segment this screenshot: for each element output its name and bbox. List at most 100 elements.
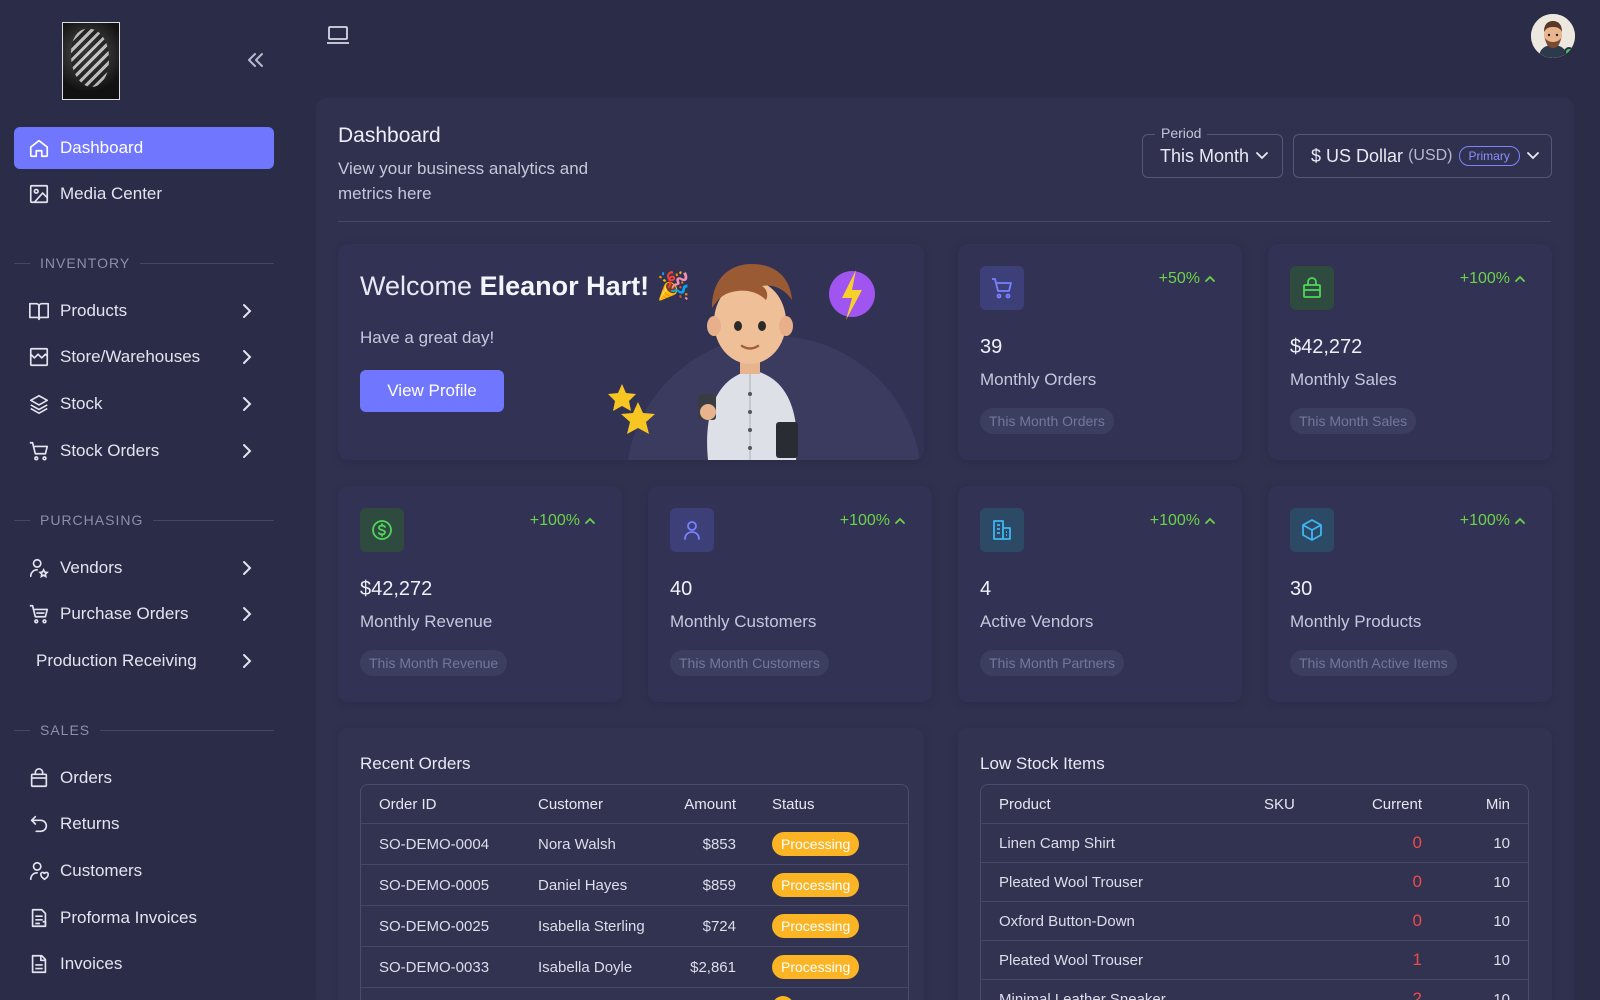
double-chevron-left-icon [248,53,263,67]
online-status-dot [1564,47,1574,57]
stat-label: Monthly Sales [1290,370,1397,389]
table-row[interactable]: SO-DEMO-0033 Isabella Doyle $2,861 Proce… [361,947,908,988]
nav-purchase-orders[interactable]: Purchase Orders [14,593,274,635]
nav-customers[interactable]: Customers [14,850,274,892]
nav-dashboard[interactable]: Dashboard [14,127,274,169]
recent-orders-title: Recent Orders [360,754,471,773]
table-row[interactable]: Oxford Button-Down 0 10 [981,902,1528,941]
nav-label: Vendors [60,558,123,577]
status-badge: Processing [772,873,860,897]
stat-chip: This Month Active Items [1290,650,1457,676]
invoice-icon [28,907,50,929]
chevron-right-icon [243,607,252,621]
chevron-up-icon [1205,275,1215,282]
nav-products[interactable]: Products [14,290,274,332]
nav-production-receiving[interactable]: Production Receiving [14,640,274,682]
image-icon [28,183,50,205]
order-id: SO-DEMO-0004 [379,835,490,853]
table-row[interactable]: Pleated Wool Trouser 0 10 [981,863,1528,902]
laptop-icon[interactable] [326,24,350,46]
nav-stock[interactable]: Stock [14,383,274,425]
table-row[interactable]: SO-DEMO-0005 Daniel Hayes $859 Processin… [361,865,908,906]
nav-label: Invoices [60,954,123,973]
welcome-card: Welcome Eleanor Hart! 🎉 Have a great day… [338,244,924,460]
stat-change: +100% [1460,512,1526,530]
column-header: Current [1371,795,1422,813]
stat-label: Monthly Products [1290,612,1422,631]
stat-card-monthly-orders: +50% 39 Monthly Orders This Month Orders [958,244,1242,460]
table-row[interactable]: SO-DEMO-0004 Nora Walsh $853 Processing [361,824,908,865]
home-icon [28,137,50,159]
welcome-subtitle: Have a great day! [360,328,495,347]
stat-value: 40 [670,578,693,600]
currency-symbol: $ [1311,145,1322,166]
order-customer: Isabella Doyle [538,958,633,976]
current-stock: 2 [1412,989,1422,1000]
undo-icon [28,813,50,835]
product-name: Oxford Button-Down [999,912,1135,930]
stat-value: 39 [980,336,1003,358]
chevron-right-icon [243,397,252,411]
column-header: SKU [1264,795,1295,813]
table-row[interactable]: SO-DEMO-0025 Isabella Sterling $724 Proc… [361,906,908,947]
chevron-right-icon [243,350,252,364]
stat-card-monthly-revenue: +100% $42,272 Monthly Revenue This Month… [338,486,622,702]
nav-returns[interactable]: Returns [14,803,274,845]
low-stock-table: Product SKU Current Min Linen Camp Shirt… [980,784,1529,1000]
stat-value: 4 [980,578,992,600]
collapse-sidebar-button[interactable] [244,48,272,76]
stat-chip: This Month Orders [980,408,1114,434]
product-name: Minimal Leather Sneaker [999,990,1166,1000]
nav-orders[interactable]: Orders [14,757,274,799]
chevron-up-icon [1205,517,1215,524]
dollar-icon [360,508,404,552]
order-amount: $853 [702,835,736,853]
stat-label: Active Vendors [980,612,1094,631]
period-select[interactable]: Period This Month [1142,125,1283,178]
view-profile-button[interactable]: View Profile [360,370,504,412]
table-row[interactable]: Linen Camp Shirt 0 10 [981,824,1528,863]
nav-label: Dashboard [60,138,144,157]
column-header: Status [772,795,815,813]
stat-change: +100% [1150,512,1216,530]
stat-chip: This Month Revenue [360,650,508,676]
cart-icon [28,440,50,462]
nav-label: Orders [60,768,112,787]
stat-value: $42,272 [360,578,433,600]
user-avatar[interactable] [1531,14,1575,58]
currency-select[interactable]: $ US Dollar (USD) Primary [1293,134,1552,178]
current-stock: 0 [1412,872,1422,891]
order-amount: $724 [702,917,736,935]
nav-label: Products [60,301,128,320]
building-icon [980,508,1024,552]
order-amount: $859 [702,876,736,894]
stat-card-monthly-products: +100% 30 Monthly Products This Month Act… [1268,486,1552,702]
table-row[interactable] [361,988,908,1000]
company-logo[interactable] [62,22,120,100]
chevron-down-icon [1256,152,1268,160]
status-badge: Processing [772,832,860,856]
stat-value: $42,272 [1290,336,1363,358]
chevron-up-icon [895,517,905,524]
stat-change: +100% [1460,270,1526,288]
order-amount: $2,861 [690,958,736,976]
nav-label: Proforma Invoices [60,908,197,927]
nav-invoices[interactable]: Invoices [14,943,274,985]
user-icon [670,508,714,552]
table-header: Order ID Customer Amount Status [361,785,908,824]
shopping-bag-icon [28,767,50,789]
nav-media-center[interactable]: Media Center [14,173,274,215]
period-label: Period [1155,125,1208,141]
nav-store-warehouses[interactable]: Store/Warehouses [14,336,274,378]
nav-stock-orders[interactable]: Stock Orders [14,430,274,472]
table-row[interactable]: Pleated Wool Trouser 1 10 [981,941,1528,980]
nav-label: Store/Warehouses [60,347,201,366]
nav-label: Stock [60,394,103,413]
table-row[interactable]: Minimal Leather Sneaker 2 10 [981,980,1528,1000]
nav-proforma-invoices[interactable]: Proforma Invoices [14,897,274,939]
nav-label: Returns [60,814,120,833]
layers-icon [28,393,50,415]
stat-change: +100% [840,512,906,530]
table-header: Product SKU Current Min [981,785,1528,824]
nav-vendors[interactable]: Vendors [14,547,274,589]
